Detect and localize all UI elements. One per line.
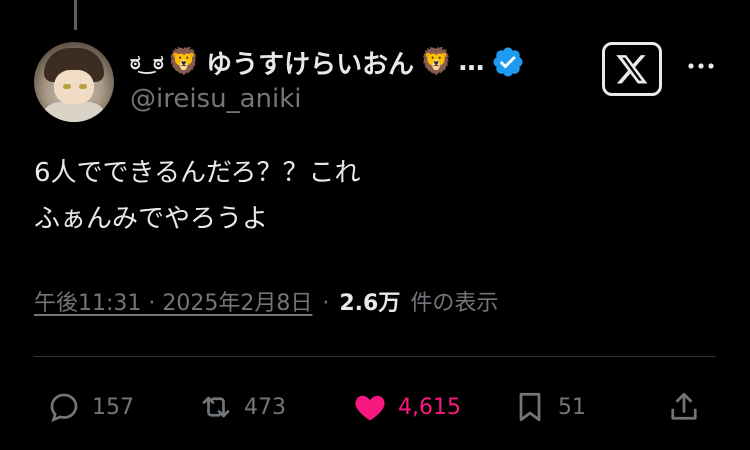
verified-icon[interactable] xyxy=(491,45,525,79)
author-handle[interactable]: @ireisu_aniki xyxy=(130,84,302,114)
lion-emoji-icon: 🦁 xyxy=(420,47,453,77)
meta-separator: · xyxy=(322,291,330,316)
author-display-name[interactable]: ಠ‿ಠ 🦁 ゆうすけらいおん 🦁 … xyxy=(130,44,525,80)
reply-icon xyxy=(50,393,78,423)
display-name-prefix: ಠ‿ಠ xyxy=(130,50,164,74)
thread-connector-line xyxy=(74,0,77,30)
avatar-eye xyxy=(63,84,71,89)
retweet-count: 473 xyxy=(244,394,286,420)
tweet-timestamp[interactable]: 午後11:31 · 2025年2月8日 xyxy=(34,285,312,317)
lion-emoji-icon: 🦁 xyxy=(167,47,201,77)
display-name-text: ゆうすけらいおん xyxy=(206,49,415,80)
avatar-eye xyxy=(79,84,87,89)
avatar[interactable] xyxy=(34,42,114,122)
bookmark-button[interactable]: 51 xyxy=(512,382,586,432)
display-name-ellipsis: … xyxy=(458,47,485,77)
x-logo-icon[interactable] xyxy=(602,42,662,96)
tweet-text: 6人でできるんだろ？？これ ふぁんみでやろうよ xyxy=(34,158,361,234)
like-button[interactable]: 4,615 xyxy=(352,382,461,432)
like-count: 4,615 xyxy=(398,394,461,420)
avatar-face xyxy=(54,70,94,104)
heart-icon xyxy=(355,395,385,421)
bookmark-count: 51 xyxy=(558,394,586,420)
tweet-meta: 午後11:31 · 2025年2月8日 · 2.6万 件の表示 xyxy=(34,285,498,317)
action-bar: 157 473 4,615 51 xyxy=(34,382,716,432)
divider xyxy=(34,356,716,357)
retweet-button[interactable]: 473 xyxy=(198,382,286,432)
avatar-shirt xyxy=(40,102,108,122)
retweet-icon xyxy=(202,396,230,418)
reply-button[interactable]: 157 xyxy=(46,382,134,432)
reply-count: 157 xyxy=(92,394,134,420)
bookmark-icon xyxy=(519,392,541,422)
share-icon xyxy=(671,392,697,420)
more-icon[interactable] xyxy=(686,56,716,76)
share-button[interactable] xyxy=(666,382,702,432)
views-count: 2.6万 xyxy=(339,291,401,316)
views-label: 件の表示 xyxy=(410,291,499,316)
